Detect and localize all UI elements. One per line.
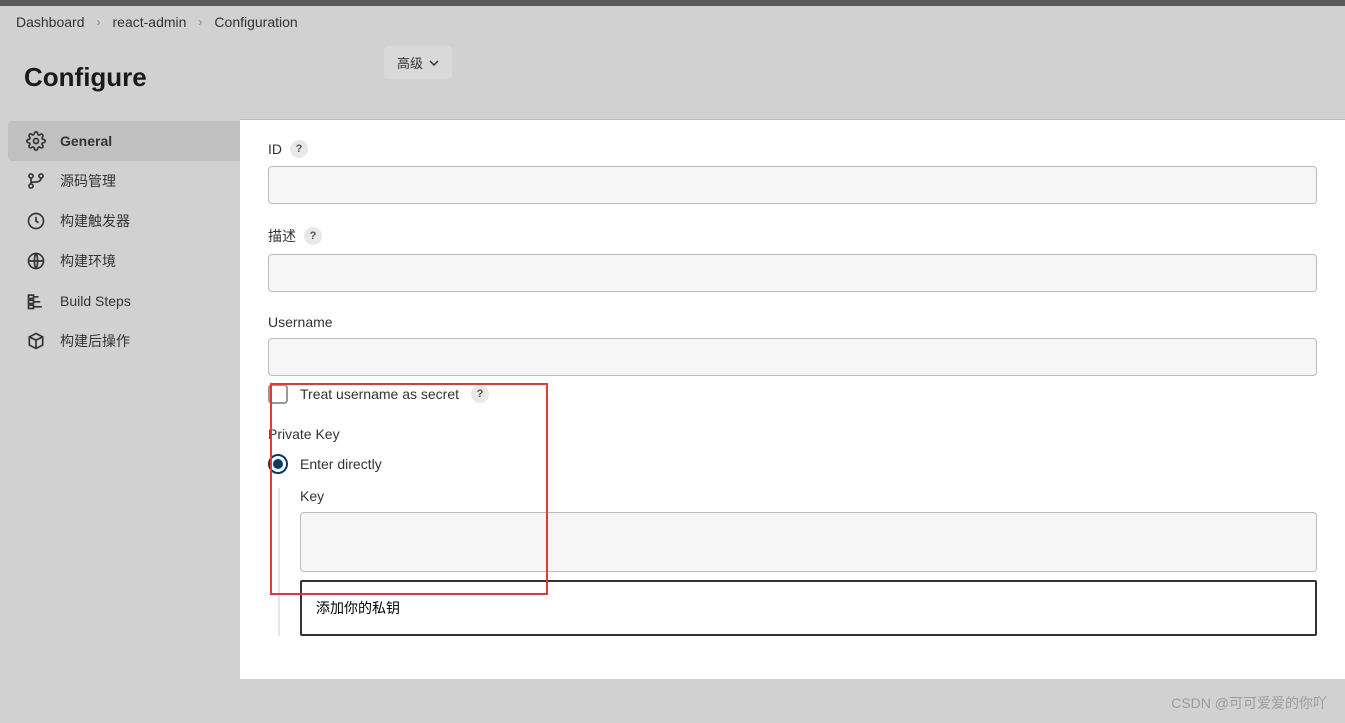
chevron-right-icon: › (198, 15, 202, 29)
breadcrumb-dashboard[interactable]: Dashboard (16, 14, 85, 30)
treat-secret-label: Treat username as secret (300, 386, 459, 402)
sidebar-item-label: 构建后操作 (60, 331, 130, 351)
enter-directly-radio[interactable] (268, 454, 288, 474)
sidebar-item-triggers[interactable]: 构建触发器 (8, 201, 240, 241)
sidebar-item-label: General (60, 133, 112, 149)
form-card: ID ? 描述 ? Username Treat use (240, 119, 1345, 679)
steps-icon (26, 291, 46, 311)
page-title: Configure (8, 54, 240, 121)
treat-secret-checkbox[interactable] (268, 384, 288, 404)
clock-icon (26, 211, 46, 231)
help-icon[interactable]: ? (290, 140, 308, 158)
sidebar-item-post-build[interactable]: 构建后操作 (8, 321, 240, 361)
form-row-desc: 描述 ? (268, 226, 1317, 292)
key-display-box (300, 512, 1317, 572)
username-input[interactable] (268, 338, 1317, 376)
form-row-id: ID ? (268, 140, 1317, 204)
enter-directly-label: Enter directly (300, 456, 382, 472)
chevron-down-icon (429, 58, 439, 68)
desc-input[interactable] (268, 254, 1317, 292)
sidebar-item-label: 源码管理 (60, 171, 116, 191)
sidebar-item-label: 构建触发器 (60, 211, 130, 231)
private-key-input[interactable] (300, 580, 1317, 636)
box-icon (26, 331, 46, 351)
advanced-button-label: 高级 (397, 53, 423, 72)
sidebar-item-build-steps[interactable]: Build Steps (8, 281, 240, 321)
sidebar-item-general[interactable]: General (8, 121, 240, 161)
sidebar-item-environment[interactable]: 构建环境 (8, 241, 240, 281)
id-input[interactable] (268, 166, 1317, 204)
sidebar-item-source[interactable]: 源码管理 (8, 161, 240, 201)
branch-icon (26, 171, 46, 191)
main-container: Configure General 源码管理 构建触发器 构建环境 (0, 38, 1345, 679)
desc-label: 描述 (268, 226, 296, 246)
main-area: 高级 ID ? 描述 ? Username (240, 38, 1345, 679)
key-label: Key (300, 488, 1317, 504)
help-icon[interactable]: ? (304, 227, 322, 245)
breadcrumb-react-admin[interactable]: react-admin (113, 14, 187, 30)
chevron-right-icon: › (97, 15, 101, 29)
sidebar: Configure General 源码管理 构建触发器 构建环境 (0, 38, 240, 679)
breadcrumb: Dashboard › react-admin › Configuration (0, 6, 1345, 38)
sidebar-item-label: Build Steps (60, 293, 131, 309)
username-label: Username (268, 314, 333, 330)
form-row-username: Username Treat username as secret ? (268, 314, 1317, 404)
private-key-label: Private Key (268, 426, 1317, 442)
breadcrumb-configuration[interactable]: Configuration (214, 14, 297, 30)
watermark: CSDN @可可爱爱的你吖 (1171, 693, 1327, 713)
advanced-button[interactable]: 高级 (384, 46, 452, 79)
id-label: ID (268, 141, 282, 157)
globe-icon (26, 251, 46, 271)
private-key-body: Key (278, 488, 1317, 636)
sidebar-item-label: 构建环境 (60, 251, 116, 271)
gear-icon (26, 131, 46, 151)
help-icon[interactable]: ? (471, 385, 489, 403)
main-header: 高级 (240, 38, 1345, 119)
